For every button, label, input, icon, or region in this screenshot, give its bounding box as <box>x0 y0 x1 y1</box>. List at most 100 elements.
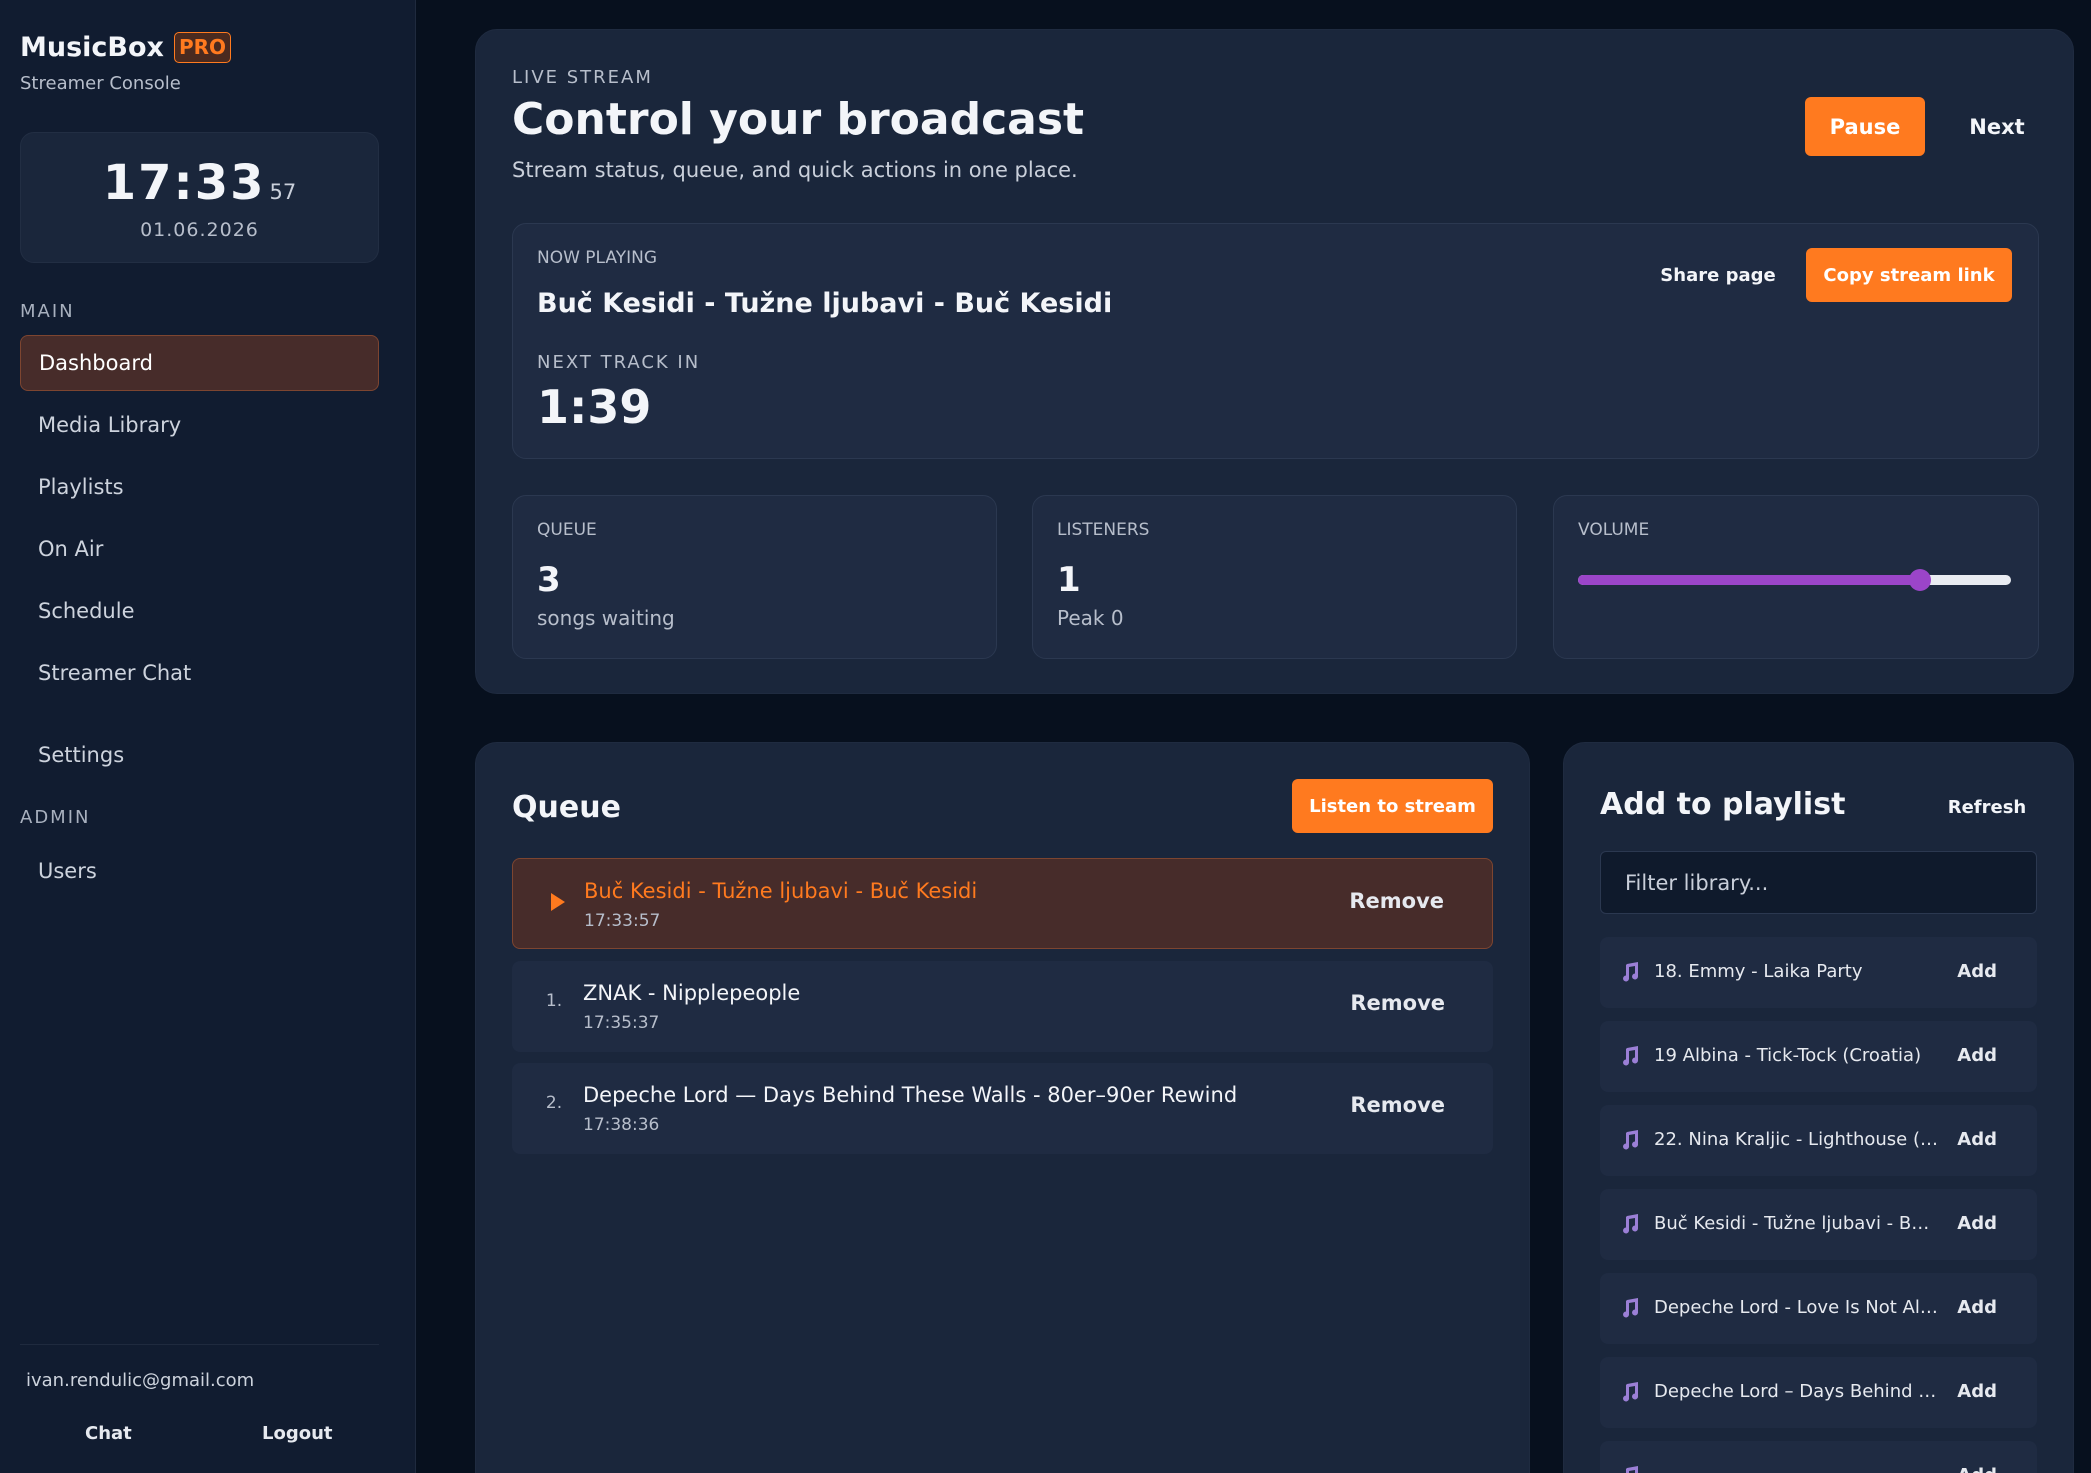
add-to-playlist-title: Add to playlist <box>1600 787 1846 822</box>
library-item-title: 19 Albina - Tick-Tock (Croatia) <box>1654 1045 1922 1066</box>
queue-stat-value: 3 <box>537 560 561 600</box>
brand-subtitle: Streamer Console <box>20 73 181 94</box>
listeners-stat-label: LISTENERS <box>1057 520 1150 540</box>
queue-row: 1. ZNAK - Nipplepeople 17:35:37 Remove <box>512 961 1493 1052</box>
queue-row-index: 1. <box>545 991 563 1011</box>
sidebar-item-streamer-chat[interactable]: Streamer Chat <box>20 645 379 701</box>
add-button[interactable]: Add <box>1957 1213 1997 1234</box>
library-item: Depeche Lord – Days Behind Th... Add <box>1600 1357 2037 1428</box>
page-title: Control your broadcast <box>512 94 1085 145</box>
queue-title: Queue <box>512 790 621 825</box>
add-button[interactable]: Add <box>1957 1129 1997 1150</box>
queue-row-time: 17:35:37 <box>583 1013 660 1033</box>
library-item: Add <box>1600 1441 2037 1473</box>
sidebar-item-dashboard[interactable]: Dashboard <box>20 335 379 391</box>
volume-label: VOLUME <box>1578 520 1650 540</box>
brand: MusicBox PRO <box>20 32 232 63</box>
volume-slider-thumb[interactable] <box>1909 569 1932 591</box>
clock-time: 17:33 57 <box>21 155 378 211</box>
queue-stat-sub: songs waiting <box>537 606 675 630</box>
library-item: 19 Albina - Tick-Tock (Croatia) Add <box>1600 1021 2037 1092</box>
brand-name: MusicBox <box>20 32 164 63</box>
nav-section-admin: ADMIN <box>20 807 91 828</box>
clock-seconds: 57 <box>269 180 297 204</box>
music-note-icon <box>1623 1298 1639 1318</box>
queue-card: Queue Listen to stream Buč Kesidi - Tužn… <box>475 742 1530 1473</box>
listeners-stat-card: LISTENERS 1 Peak 0 <box>1032 495 1517 659</box>
hero-subtitle: Stream status, queue, and quick actions … <box>512 158 1078 182</box>
clock-date: 01.06.2026 <box>140 219 259 241</box>
queue-row-time: 17:38:36 <box>583 1115 660 1135</box>
queue-row-current: Buč Kesidi - Tužne ljubavi - Buč Kesidi … <box>512 858 1493 949</box>
broadcast-card: LIVE STREAM Control your broadcast Strea… <box>475 29 2074 694</box>
library-item-title: Buč Kesidi - Tužne ljubavi - Buč ... <box>1654 1213 1939 1234</box>
queue-row-title: Buč Kesidi - Tužne ljubavi - Buč Kesidi <box>584 879 978 903</box>
now-playing-label: NOW PLAYING <box>537 248 658 268</box>
sidebar-item-media-library[interactable]: Media Library <box>20 397 379 453</box>
music-note-icon <box>1623 1214 1639 1234</box>
queue-row-index: 2. <box>545 1093 563 1113</box>
chat-link[interactable]: Chat <box>85 1423 132 1444</box>
add-button[interactable]: Add <box>1957 1045 1997 1066</box>
library-item-title: 18. Emmy - Laika Party <box>1654 961 1863 982</box>
music-note-icon <box>1623 1046 1639 1066</box>
queue-stat-label: QUEUE <box>537 520 597 540</box>
music-note-icon <box>1626 1466 1638 1473</box>
library-item-title: Depeche Lord – Days Behind Th... <box>1654 1381 1939 1402</box>
listeners-stat-sub: Peak 0 <box>1057 606 1124 630</box>
share-page-button[interactable]: Share page <box>1657 248 1779 302</box>
queue-row-time: 17:33:57 <box>584 911 661 931</box>
hero-eyebrow: LIVE STREAM <box>512 67 653 88</box>
nav-section-main: MAIN <box>20 301 75 322</box>
clock-hours-minutes: 17:33 <box>102 155 266 211</box>
library-item: Buč Kesidi - Tužne ljubavi - Buč ... Add <box>1600 1189 2037 1260</box>
add-button[interactable]: Add <box>1957 1465 1997 1473</box>
add-button[interactable]: Add <box>1957 1297 1997 1318</box>
pause-button[interactable]: Pause <box>1805 97 1925 156</box>
remove-button[interactable]: Remove <box>1349 889 1444 913</box>
library-item-title: 22. Nina Kraljic - Lighthouse (Eur... <box>1654 1129 1939 1150</box>
listeners-stat-value: 1 <box>1057 560 1081 600</box>
sidebar-item-playlists[interactable]: Playlists <box>20 459 379 515</box>
remove-button[interactable]: Remove <box>1350 1093 1445 1117</box>
music-note-icon <box>1623 1130 1639 1150</box>
queue-stat-card: QUEUE 3 songs waiting <box>512 495 997 659</box>
volume-slider-fill <box>1578 575 1921 585</box>
library-item: 18. Emmy - Laika Party Add <box>1600 937 2037 1008</box>
library-item: Depeche Lord - Love Is Not Alw... Add <box>1600 1273 2037 1344</box>
user-email: ivan.rendulic@gmail.com <box>26 1370 255 1391</box>
sidebar: MusicBox PRO Streamer Console 17:33 57 01… <box>0 0 416 1473</box>
library-item: 22. Nina Kraljic - Lighthouse (Eur... Ad… <box>1600 1105 2037 1176</box>
now-playing-title: Buč Kesidi - Tužne ljubavi - Buč Kesidi <box>537 288 1113 319</box>
sidebar-item-schedule[interactable]: Schedule <box>20 583 379 639</box>
copy-stream-link-button[interactable]: Copy stream link <box>1806 248 2012 302</box>
music-note-icon <box>1623 1382 1639 1402</box>
filter-library-input[interactable] <box>1600 851 2037 914</box>
queue-row-title: ZNAK - Nipplepeople <box>583 981 801 1005</box>
library-item-title: Depeche Lord - Love Is Not Alw... <box>1654 1297 1939 1318</box>
pro-badge: PRO <box>173 32 232 63</box>
refresh-button[interactable]: Refresh <box>1935 787 2039 827</box>
clock-card: 17:33 57 01.06.2026 <box>20 132 379 263</box>
add-to-playlist-card: Add to playlist Refresh 18. Emmy - Laika… <box>1563 742 2074 1473</box>
listen-to-stream-button[interactable]: Listen to stream <box>1292 779 1493 833</box>
logout-link[interactable]: Logout <box>262 1423 333 1444</box>
next-track-countdown: 1:39 <box>537 380 652 434</box>
remove-button[interactable]: Remove <box>1350 991 1445 1015</box>
add-button[interactable]: Add <box>1957 961 1997 982</box>
sidebar-item-on-air[interactable]: On Air <box>20 521 379 577</box>
now-playing-panel: NOW PLAYING Buč Kesidi - Tužne ljubavi -… <box>512 223 2039 459</box>
play-icon <box>551 893 565 911</box>
queue-row: 2. Depeche Lord — Days Behind These Wall… <box>512 1063 1493 1154</box>
sidebar-item-settings[interactable]: Settings <box>20 727 379 783</box>
add-button[interactable]: Add <box>1957 1381 1997 1402</box>
music-note-icon <box>1623 962 1639 982</box>
next-button[interactable]: Next <box>1949 97 2045 156</box>
queue-row-title: Depeche Lord — Days Behind These Walls -… <box>583 1083 1238 1107</box>
sidebar-divider <box>20 1344 379 1345</box>
volume-card: VOLUME <box>1553 495 2039 659</box>
volume-slider[interactable] <box>1578 569 2011 591</box>
next-track-label: NEXT TRACK IN <box>537 352 701 373</box>
app: MusicBox PRO Streamer Console 17:33 57 01… <box>0 0 2091 1473</box>
sidebar-item-users[interactable]: Users <box>20 843 379 899</box>
